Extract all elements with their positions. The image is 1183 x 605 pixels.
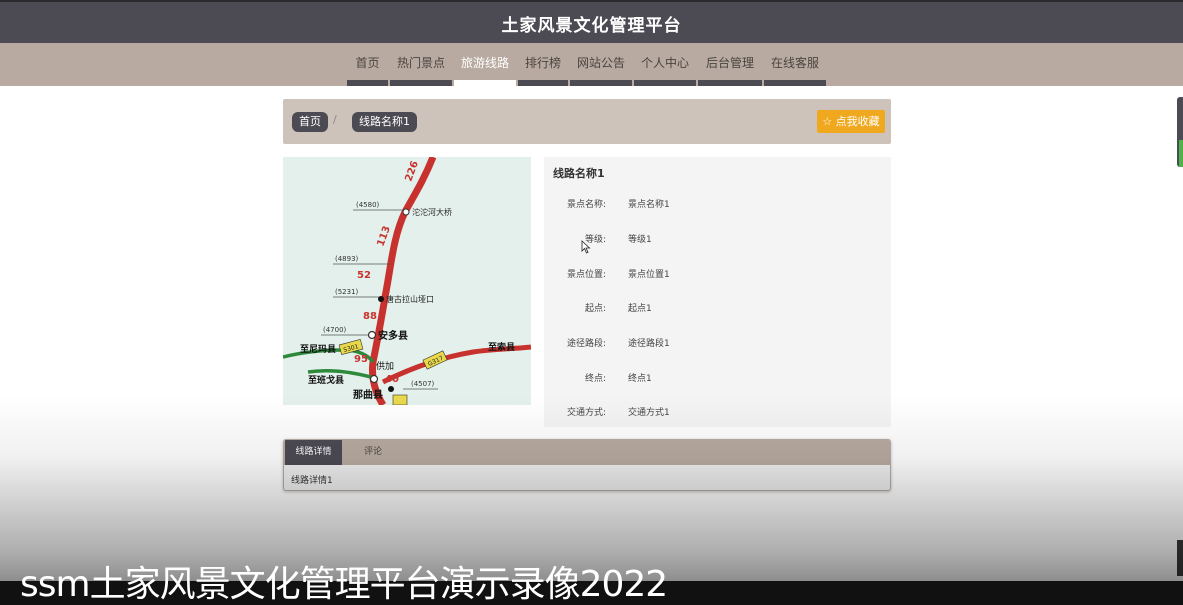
info-key: 起点: bbox=[584, 304, 606, 314]
route-map-drawing: 226 113 52 88 95 40 (4580) (4893) (5231)… bbox=[283, 157, 531, 405]
nav-item-underline bbox=[570, 80, 632, 86]
info-value: 交通方式1 bbox=[628, 408, 670, 418]
info-value: 途径路段1 bbox=[628, 339, 670, 349]
gongjia-marker bbox=[369, 374, 379, 384]
road-shield bbox=[392, 394, 408, 405]
label-anduo: 安多县 bbox=[378, 329, 408, 342]
nav-item-label: 旅游线路 bbox=[460, 56, 509, 70]
tab-route-detail[interactable]: 线路详情 bbox=[285, 440, 342, 465]
map-background bbox=[283, 157, 531, 405]
tab-comments[interactable]: 评论 bbox=[352, 440, 394, 465]
nav-item[interactable]: 排行榜 bbox=[517, 43, 569, 86]
mouse-cursor-icon bbox=[581, 240, 591, 254]
info-row: 等级: 等级1 bbox=[544, 232, 891, 246]
info-key: 交通方式: bbox=[566, 408, 606, 418]
info-value: 景点位置1 bbox=[628, 270, 670, 280]
nav-item[interactable]: 首页 bbox=[346, 43, 389, 86]
nav-item-label: 热门景点 bbox=[396, 56, 445, 70]
info-row: 途径路段: 途径路段1 bbox=[544, 336, 891, 350]
label-pass: 唐古拉山垭口 bbox=[386, 294, 434, 304]
info-key: 终点: bbox=[584, 374, 606, 384]
info-value: 等级1 bbox=[628, 235, 652, 245]
info-row: 终点: 终点1 bbox=[544, 371, 891, 385]
route-title: 线路名称1 bbox=[553, 167, 605, 180]
anduo-marker bbox=[367, 330, 377, 340]
breadcrumb-separator: / bbox=[333, 113, 337, 126]
label-gongjia: 供加 bbox=[376, 360, 394, 372]
site-title: 土家风景文化管理平台 bbox=[501, 16, 682, 36]
route-info-panel: 线路名称1 景点名称: 景点名称1 等级: 等级1 景点位置: 景点位置1 起点: 起点1 途径… bbox=[544, 157, 891, 427]
nav-item-label: 网站公告 bbox=[576, 56, 625, 70]
info-row: 景点名称: 景点名称1 bbox=[544, 197, 891, 211]
info-value: 景点名称1 bbox=[628, 200, 670, 210]
label-alt-5231: (5231) bbox=[335, 288, 359, 296]
naqu-marker bbox=[388, 386, 394, 392]
label-dist-52: 52 bbox=[357, 270, 371, 281]
top-header: 土家风景文化管理平台 bbox=[0, 0, 1183, 43]
nav-item-label: 后台管理 bbox=[705, 56, 754, 70]
info-key: 途径路段: bbox=[566, 339, 606, 349]
info-row: 景点位置: 景点位置1 bbox=[544, 267, 891, 281]
nav-list: 首页 热门景点 旅游线路 排行榜 网站公告 个人中心 后台管理 在线客服 bbox=[346, 43, 827, 86]
nav-item-underline bbox=[698, 80, 762, 86]
info-value: 起点1 bbox=[628, 304, 652, 314]
info-key: 景点名称: bbox=[566, 200, 606, 210]
nav-item[interactable]: 在线客服 bbox=[763, 43, 827, 86]
page: 土家风景文化管理平台 首页 热门景点 旅游线路 排行榜 网站公告 个人中心 后台管理 在线客服… bbox=[0, 0, 1183, 605]
tab-content: 线路详情1 bbox=[291, 476, 333, 486]
nav-item-underline bbox=[634, 80, 696, 86]
label-dist-95: 95 bbox=[354, 354, 368, 365]
pass-marker bbox=[378, 296, 384, 302]
label-alt-4507: (4507) bbox=[411, 380, 435, 388]
side-scroll-handle[interactable] bbox=[1177, 540, 1183, 576]
nav-item-label: 在线客服 bbox=[770, 56, 819, 70]
nav-item-underline bbox=[518, 80, 568, 86]
breadcrumb-current[interactable]: 线路名称1 bbox=[352, 112, 417, 132]
label-to-suo: 至索县 bbox=[488, 341, 515, 353]
bridge-marker bbox=[402, 208, 410, 216]
nav-item-underline bbox=[764, 80, 826, 86]
nav-item[interactable]: 个人中心 bbox=[633, 43, 697, 86]
nav-item[interactable]: 旅游线路 bbox=[453, 43, 517, 86]
nav-item-label: 首页 bbox=[355, 56, 380, 70]
label-alt-4580: (4580) bbox=[356, 201, 380, 209]
main-nav: 首页 热门景点 旅游线路 排行榜 网站公告 个人中心 后台管理 在线客服 bbox=[0, 43, 1183, 86]
label-dist-40: 40 bbox=[385, 374, 399, 385]
tab-header: 线路详情 评论 bbox=[284, 440, 890, 465]
detail-tabs: 线路详情 评论 线路详情1 bbox=[283, 439, 891, 491]
label-to-nima: 至尼玛县 bbox=[300, 344, 336, 355]
nav-item-underline bbox=[390, 80, 452, 86]
nav-item[interactable]: 热门景点 bbox=[389, 43, 453, 86]
info-value: 终点1 bbox=[628, 374, 652, 384]
nav-item-underline bbox=[454, 80, 516, 86]
nav-item[interactable]: 网站公告 bbox=[569, 43, 633, 86]
label-to-bange: 至班戈县 bbox=[308, 374, 344, 386]
breadcrumb: 首页 / 线路名称1 bbox=[283, 99, 891, 144]
label-alt-4700: (4700) bbox=[323, 326, 347, 334]
label-naqu: 那曲县 bbox=[353, 388, 383, 401]
route-map-image: 226 113 52 88 95 40 (4580) (4893) (5231)… bbox=[283, 157, 531, 405]
label-bridge: 沱沱河大桥 bbox=[412, 207, 452, 217]
breadcrumb-home[interactable]: 首页 bbox=[292, 112, 328, 132]
nav-item-underline bbox=[347, 80, 388, 86]
info-key: 景点位置: bbox=[566, 270, 606, 280]
nav-item-label: 排行榜 bbox=[524, 56, 561, 70]
info-row: 交通方式: 交通方式1 bbox=[544, 405, 891, 419]
video-caption: ssm土家风景文化管理平台演示录像2022 bbox=[20, 564, 668, 605]
label-alt-4893: (4893) bbox=[335, 255, 359, 263]
nav-item[interactable]: 后台管理 bbox=[697, 43, 763, 86]
info-row: 起点: 起点1 bbox=[544, 301, 891, 315]
favorite-button[interactable]: ☆ 点我收藏 bbox=[817, 110, 885, 133]
side-panel-indicator bbox=[1179, 140, 1183, 167]
label-dist-88: 88 bbox=[363, 311, 377, 322]
nav-item-label: 个人中心 bbox=[640, 56, 689, 70]
